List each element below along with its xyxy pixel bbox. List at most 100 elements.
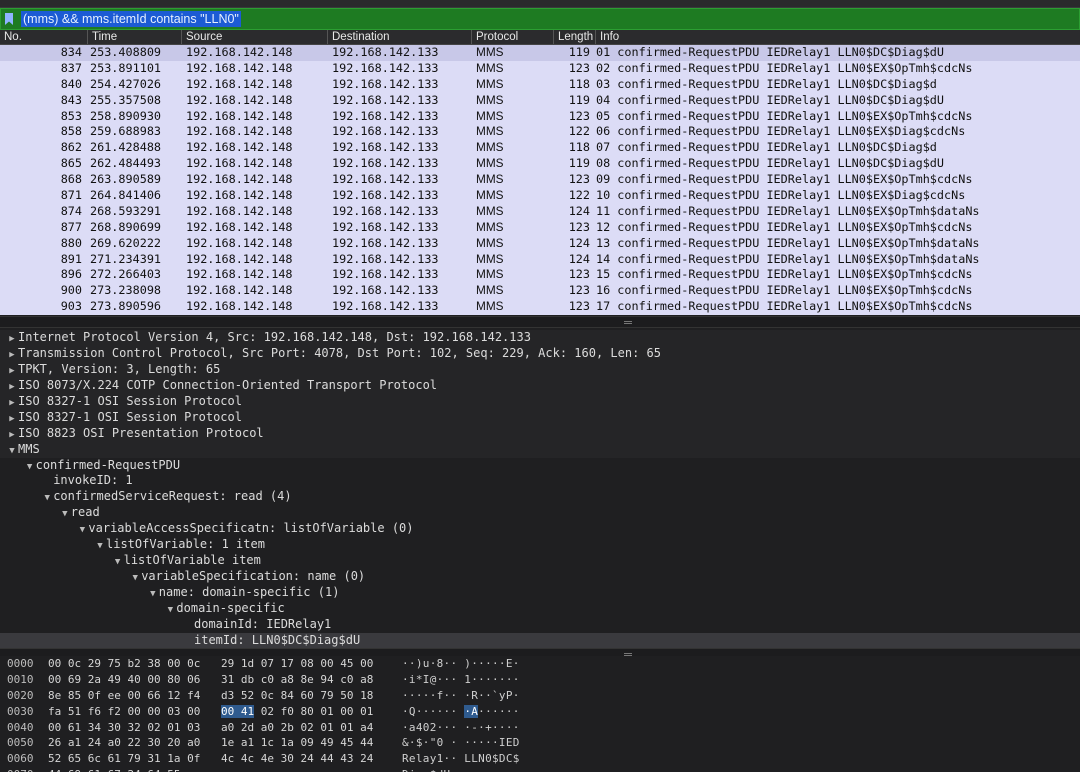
packet-length: 123: [568, 60, 590, 75]
column-header-length[interactable]: Length: [554, 30, 596, 44]
packet-destination: 192.168.142.133: [332, 92, 439, 107]
ascii-dump[interactable]: Diag$dU: [402, 767, 450, 772]
detail-tree-item[interactable]: ▶ Internet Protocol Version 4, Src: 192.1…: [0, 330, 1080, 346]
hex-row: 0010 00 69 2a 49 40 00 80 06 31 db c0 a8 8…: [0, 672, 1080, 688]
packet-row[interactable]: 843 255.357508 192.168.142.148 192.168.142.…: [0, 93, 1080, 109]
hex-bytes-left[interactable]: fa 51 f6 f2 00 00 03 00: [48, 704, 200, 720]
packet-info: 12 confirmed-RequestPDU IEDRelay1 LLN0$E…: [596, 219, 973, 234]
packet-row[interactable]: 853 258.890930 192.168.142.148 192.168.142.…: [0, 109, 1080, 125]
hex-bytes-right[interactable]: 4c 4c 4e 30 24 44 43 24: [221, 751, 373, 767]
detail-tree-item[interactable]: ▼ name: domain-specific (1): [0, 585, 1080, 601]
detail-tree-item[interactable]: ▼ confirmedServiceRequest: read (4): [0, 489, 1080, 505]
column-header-source[interactable]: Source: [182, 30, 328, 44]
hex-bytes-right[interactable]: a0 2d a0 2b 02 01 01 a4: [221, 720, 373, 736]
bookmark-icon[interactable]: [1, 9, 17, 29]
detail-tree-label: confirmedServiceRequest: read (4): [53, 489, 292, 504]
packet-source: 192.168.142.148: [186, 60, 293, 75]
packet-no: 865: [60, 156, 82, 171]
hex-offset: 0030: [7, 704, 34, 718]
detail-tree-label: ISO 8327-1 OSI Session Protocol: [18, 409, 242, 424]
packet-row[interactable]: 896 272.266403 192.168.142.148 192.168.142.…: [0, 267, 1080, 283]
packet-bytes-pane[interactable]: 0000 00 0c 29 75 b2 38 00 0c 29 1d 07 17 0…: [0, 656, 1080, 772]
detail-tree-item[interactable]: ▶ ISO 8823 OSI Presentation Protocol: [0, 425, 1080, 442]
packet-row[interactable]: 871 264.841406 192.168.142.148 192.168.142.…: [0, 188, 1080, 204]
packet-row[interactable]: 868 263.890589 192.168.142.148 192.168.142.…: [0, 172, 1080, 188]
packet-no: 858: [60, 124, 82, 139]
hex-bytes-right[interactable]: 00 41 02 f0 80 01 00 01: [221, 704, 373, 720]
detail-tree-item[interactable]: ▼ variableAccessSpecificatn: listOfVariab…: [0, 521, 1080, 537]
hex-row: 0020 8e 85 0f ee 00 66 12 f4 d3 52 0c 84 6…: [0, 688, 1080, 704]
packet-row[interactable]: 874 268.593291 192.168.142.148 192.168.142.…: [0, 204, 1080, 220]
display-filter-bar[interactable]: (mms) && mms.itemId contains "LLN0": [0, 8, 1080, 30]
packet-no: 840: [60, 76, 82, 91]
detail-tree-item[interactable]: ▼ confirmed-RequestPDU: [0, 458, 1080, 474]
hex-bytes-left[interactable]: 44 69 61 67 24 64 55: [48, 767, 180, 772]
packet-destination: 192.168.142.133: [332, 156, 439, 171]
packet-row[interactable]: 840 254.427026 192.168.142.148 192.168.142.…: [0, 77, 1080, 93]
packet-row[interactable]: 900 273.238098 192.168.142.148 192.168.142.…: [0, 283, 1080, 299]
column-header-destination[interactable]: Destination: [328, 30, 472, 44]
packet-row[interactable]: 877 268.890699 192.168.142.148 192.168.142.…: [0, 220, 1080, 236]
detail-tree-item[interactable]: ▶ ISO 8327-1 OSI Session Protocol: [0, 409, 1080, 426]
ascii-dump[interactable]: ·Q······ ·A······: [402, 704, 520, 720]
column-header-time[interactable]: Time: [88, 30, 182, 44]
detail-tree-item[interactable]: ▼ domain-specific: [0, 601, 1080, 617]
packet-row[interactable]: 891 271.234391 192.168.142.148 192.168.142.…: [0, 252, 1080, 268]
hex-bytes-left[interactable]: 52 65 6c 61 79 31 1a 0f: [48, 751, 200, 767]
detail-tree-label: name: domain-specific (1): [158, 585, 340, 599]
packet-row[interactable]: 837 253.891101 192.168.142.148 192.168.142.…: [0, 61, 1080, 77]
hex-bytes-left[interactable]: 00 69 2a 49 40 00 80 06: [48, 672, 200, 688]
display-filter-input[interactable]: (mms) && mms.itemId contains "LLN0": [17, 11, 241, 27]
hex-bytes-left[interactable]: 8e 85 0f ee 00 66 12 f4: [48, 688, 200, 704]
detail-tree-item[interactable]: domainId: IEDRelay1: [0, 617, 1080, 633]
ascii-dump[interactable]: ·i*I@··· 1·······: [402, 672, 520, 688]
ascii-rest: ······: [478, 704, 520, 718]
column-header-info[interactable]: Info: [596, 30, 1080, 44]
packet-protocol: MMS: [476, 203, 504, 218]
column-header-protocol[interactable]: Protocol: [472, 30, 554, 44]
packet-no: 843: [60, 92, 82, 107]
packet-row[interactable]: 862 261.428488 192.168.142.148 192.168.142.…: [0, 140, 1080, 156]
hex-bytes-right[interactable]: 29 1d 07 17 08 00 45 00: [221, 656, 373, 672]
packet-length: 124: [568, 251, 590, 266]
packet-row[interactable]: 880 269.620222 192.168.142.148 192.168.142.…: [0, 236, 1080, 252]
ascii-dump[interactable]: Relay1·· LLN0$DC$: [402, 751, 520, 767]
pane-splitter[interactable]: [0, 316, 1080, 328]
packet-length: 124: [568, 203, 590, 218]
detail-tree-item[interactable]: ▼ listOfVariable: 1 item: [0, 537, 1080, 553]
packet-row[interactable]: 834 253.408809 192.168.142.148 192.168.142.…: [0, 45, 1080, 61]
ascii-dump[interactable]: &·$·"0 · ·····IED: [402, 735, 520, 751]
packet-source: 192.168.142.148: [186, 108, 293, 123]
detail-tree-item[interactable]: invokeID: 1: [0, 473, 1080, 489]
packet-time: 264.841406: [90, 188, 162, 203]
hex-bytes-left[interactable]: 26 a1 24 a0 22 30 20 a0: [48, 735, 200, 751]
detail-tree-item[interactable]: ▼ MMS: [0, 441, 1080, 458]
detail-tree-item[interactable]: ▼ read: [0, 505, 1080, 521]
detail-tree-item[interactable]: itemId: LLN0$DC$Diag$dU: [0, 632, 1080, 648]
packet-row[interactable]: 903 273.890596 192.168.142.148 192.168.142.…: [0, 299, 1080, 315]
ascii-dump[interactable]: ·a402··· ·-·+····: [402, 720, 520, 736]
detail-tree-item[interactable]: ▶ Transmission Control Protocol, Src Port…: [0, 345, 1080, 362]
packet-no: 868: [60, 172, 82, 187]
ascii-dump[interactable]: ·····f·· ·R··`yP·: [402, 688, 520, 704]
packet-list[interactable]: No. Time Source Destination Protocol Len…: [0, 30, 1080, 315]
column-header-no[interactable]: No.: [0, 30, 88, 44]
hex-bytes-left[interactable]: 00 0c 29 75 b2 38 00 0c: [48, 656, 200, 672]
packet-row[interactable]: 858 259.688983 192.168.142.148 192.168.142.…: [0, 124, 1080, 140]
detail-tree-item[interactable]: ▶ ISO 8327-1 OSI Session Protocol: [0, 393, 1080, 410]
detail-tree-item[interactable]: ▶ ISO 8073/X.224 COTP Connection-Oriented…: [0, 377, 1080, 394]
detail-tree-label: variableAccessSpecificatn: listOfVariabl…: [88, 521, 414, 536]
packet-details-tree[interactable]: ▶ Internet Protocol Version 4, Src: 192.1…: [0, 330, 1080, 648]
ascii-dump[interactable]: ··)u·8·· )·····E·: [402, 656, 520, 672]
hex-bytes-left[interactable]: 00 61 34 30 32 02 01 03: [48, 720, 200, 736]
hex-bytes-right[interactable]: 31 db c0 a8 8e 94 c0 a8: [221, 672, 373, 688]
detail-tree-item[interactable]: ▼ listOfVariable item: [0, 553, 1080, 569]
packet-protocol: MMS: [476, 235, 504, 250]
packet-row[interactable]: 865 262.484493 192.168.142.148 192.168.142.…: [0, 156, 1080, 172]
detail-tree-item[interactable]: ▼ variableSpecification: name (0): [0, 569, 1080, 585]
hex-bytes-right[interactable]: 1e a1 1c 1a 09 49 45 44: [221, 735, 373, 751]
detail-tree-item[interactable]: ▶ TPKT, Version: 3, Length: 65: [0, 361, 1080, 378]
hex-bytes-rest: 02 f0 80 01 00 01: [254, 704, 374, 718]
hex-bytes-right[interactable]: d3 52 0c 84 60 79 50 18: [221, 688, 373, 704]
packet-length: 123: [568, 219, 590, 234]
